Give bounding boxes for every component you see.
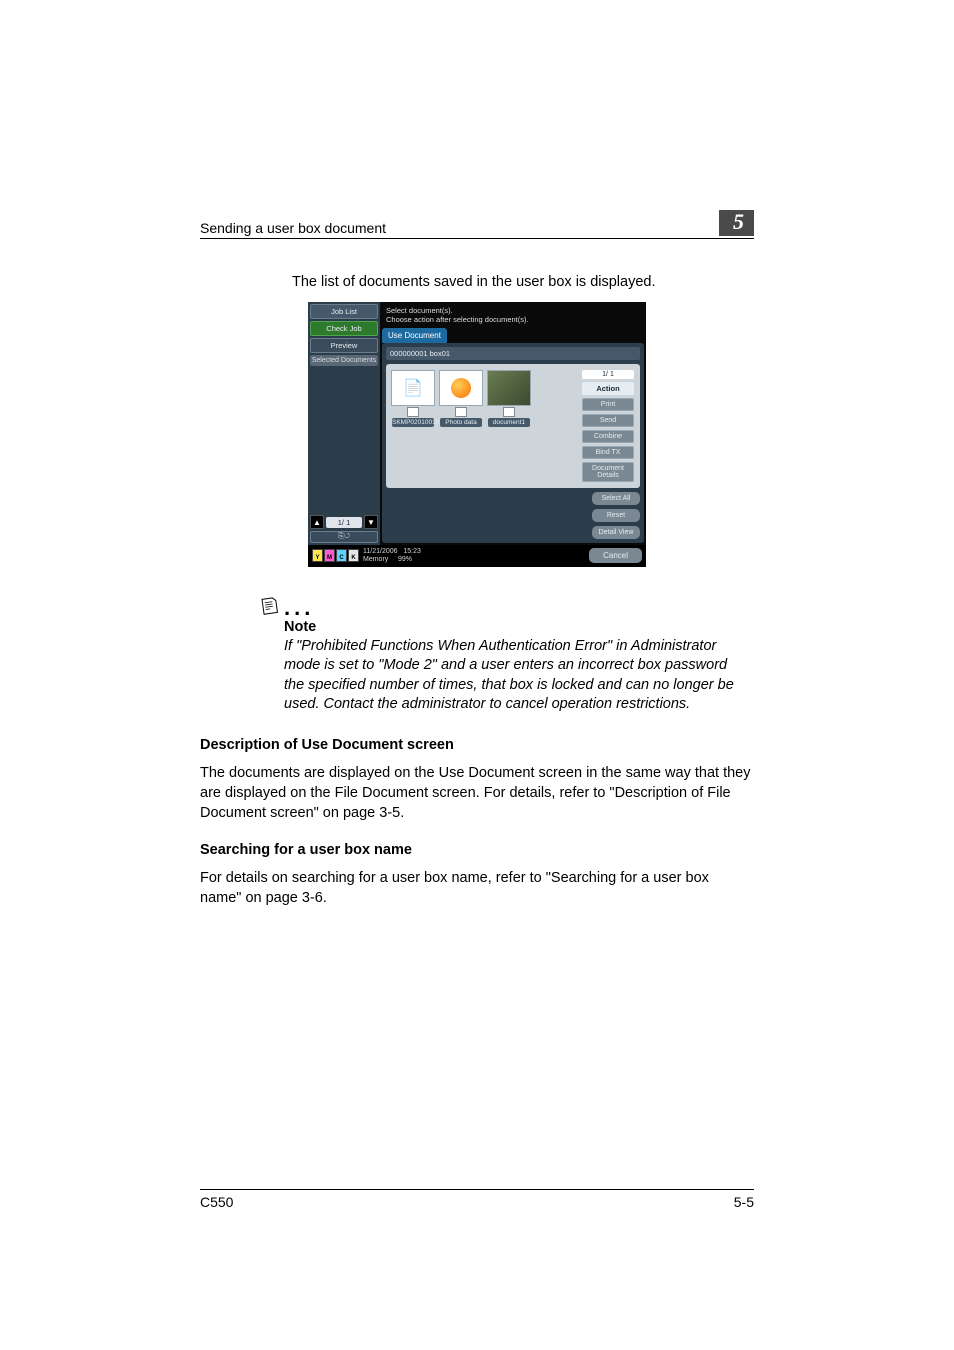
thumb-checkbox[interactable]	[503, 407, 515, 417]
thumb-icon	[439, 370, 483, 406]
document-thumb[interactable]: 📄 SKMP02010010	[392, 370, 434, 482]
intro-text: The list of documents saved in the user …	[292, 274, 754, 290]
thumb-checkbox[interactable]	[455, 407, 467, 417]
document-thumb[interactable]: document1	[488, 370, 530, 482]
footer-model: C550	[200, 1194, 233, 1210]
note-label: Note	[284, 619, 754, 635]
section-heading: Searching for a user box name	[200, 842, 754, 858]
section-body: For details on searching for a user box …	[200, 868, 754, 909]
reset-button[interactable]: Reset	[592, 509, 640, 522]
footer-time: 15:23	[403, 548, 421, 555]
message-line-1: Select document(s).	[386, 306, 640, 315]
use-document-tab[interactable]: Use Document	[382, 328, 447, 343]
thumb-label: Photo data	[440, 418, 482, 427]
footer-memory-pct: 99%	[398, 556, 412, 563]
bind-tx-button[interactable]: Bind TX	[582, 446, 634, 459]
left-pager: ▲ 1/ 1 ▼	[310, 515, 378, 529]
combine-button[interactable]: Combine	[582, 430, 634, 443]
action-heading: Action	[582, 382, 634, 395]
footer-page-number: 5-5	[734, 1194, 754, 1210]
thumb-icon	[487, 370, 531, 406]
print-button[interactable]: Print	[582, 398, 634, 411]
chapter-number: 5	[719, 210, 754, 236]
toner-levels: YMCK	[312, 549, 359, 562]
running-head: Sending a user box document	[200, 220, 386, 236]
job-list-button[interactable]: Job List	[310, 304, 378, 319]
note-text: If "Prohibited Functions When Authentica…	[284, 637, 734, 715]
document-thumb[interactable]: Photo data	[440, 370, 482, 482]
select-all-button[interactable]: Select All	[592, 492, 640, 505]
left-page-indicator: 1/ 1	[326, 517, 362, 528]
thumb-label: document1	[488, 418, 530, 427]
note-icon	[259, 595, 279, 615]
note-dots: ...	[284, 601, 314, 614]
check-job-button[interactable]: Check Job	[310, 321, 378, 336]
mfp-screenshot: Job List Check Job Preview Selected Docu…	[200, 302, 754, 566]
footer-memory-label: Memory	[363, 556, 388, 563]
send-button[interactable]: Send	[582, 414, 634, 427]
thumb-icon: 📄	[391, 370, 435, 406]
detail-view-button[interactable]: Detail View	[592, 526, 640, 539]
rotate-icon[interactable]: ⎘↺	[310, 531, 378, 543]
right-page-indicator: 1/ 1	[582, 370, 634, 379]
document-details-button[interactable]: Document Details	[582, 462, 634, 482]
cancel-button[interactable]: Cancel	[589, 548, 642, 563]
section-heading: Description of Use Document screen	[200, 737, 754, 753]
box-id-label: 000000001 box01	[386, 347, 640, 360]
preview-button[interactable]: Preview	[310, 338, 378, 353]
thumb-label: SKMP02010010	[392, 418, 434, 427]
footer-date: 11/21/2006	[363, 548, 398, 555]
message-line-2: Choose action after selecting document(s…	[386, 315, 640, 324]
page-up-icon[interactable]: ▲	[310, 515, 324, 529]
thumb-checkbox[interactable]	[407, 407, 419, 417]
section-body: The documents are displayed on the Use D…	[200, 763, 754, 824]
selected-documents-label: Selected Documents	[310, 355, 378, 366]
page-down-icon[interactable]: ▼	[364, 515, 378, 529]
